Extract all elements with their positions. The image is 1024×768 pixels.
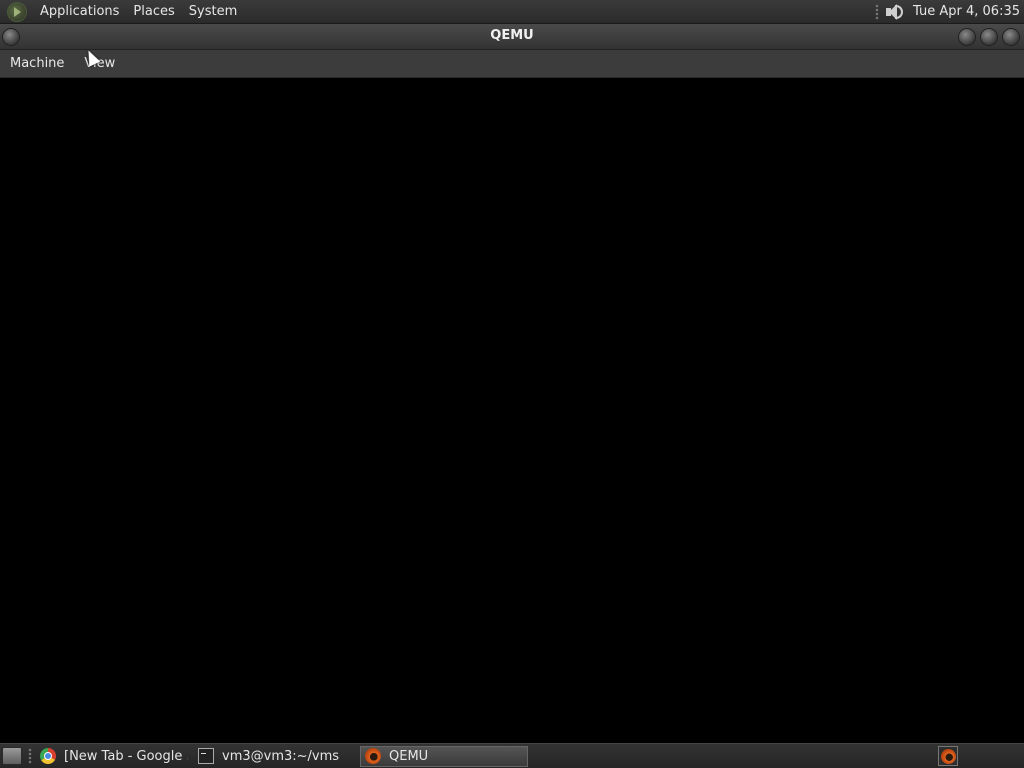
window-titlebar[interactable]: QEMU [0, 24, 1024, 50]
machine-menu[interactable]: Machine [0, 50, 74, 78]
vm-display-area[interactable] [0, 78, 1024, 743]
task-label: [New Tab - Google ... [64, 748, 188, 764]
taskbar-grip-handle[interactable] [28, 748, 32, 764]
panel-clock[interactable]: Tue Apr 4, 06:35 [913, 4, 1024, 19]
system-menu[interactable]: System [182, 0, 244, 24]
close-button[interactable] [1002, 28, 1020, 46]
qemu-window: QEMU Machine View [0, 24, 1024, 743]
show-desktop-icon[interactable] [2, 747, 22, 765]
qemu-icon [365, 748, 381, 764]
task-label: vm3@vm3:~/vms [222, 748, 340, 764]
tray-qemu-button[interactable] [938, 746, 958, 766]
terminal-icon [198, 748, 214, 764]
window-title: QEMU [490, 28, 534, 43]
tray-grip-handle[interactable] [875, 3, 880, 20]
task-label: QEMU [389, 748, 429, 764]
distro-logo-icon[interactable] [7, 1, 27, 22]
view-menu[interactable]: View [74, 50, 125, 78]
places-menu[interactable]: Places [126, 0, 181, 24]
task-terminal[interactable]: vm3@vm3:~/vms [194, 746, 360, 767]
maximize-button[interactable] [980, 28, 998, 46]
task-qemu[interactable]: QEMU [360, 745, 528, 767]
applications-menu[interactable]: Applications [33, 0, 126, 24]
volume-icon[interactable] [883, 2, 904, 22]
top-panel: Applications Places System Tue Apr 4, 06… [0, 0, 1024, 24]
bottom-panel: [New Tab - Google ... vm3@vm3:~/vms QEMU [0, 743, 1024, 768]
window-menubar: Machine View [0, 50, 1024, 78]
window-menu-button[interactable] [2, 28, 20, 46]
task-chrome[interactable]: [New Tab - Google ... [36, 746, 194, 767]
qemu-tray-icon [940, 748, 956, 764]
chrome-icon [40, 748, 56, 764]
minimize-button[interactable] [958, 28, 976, 46]
